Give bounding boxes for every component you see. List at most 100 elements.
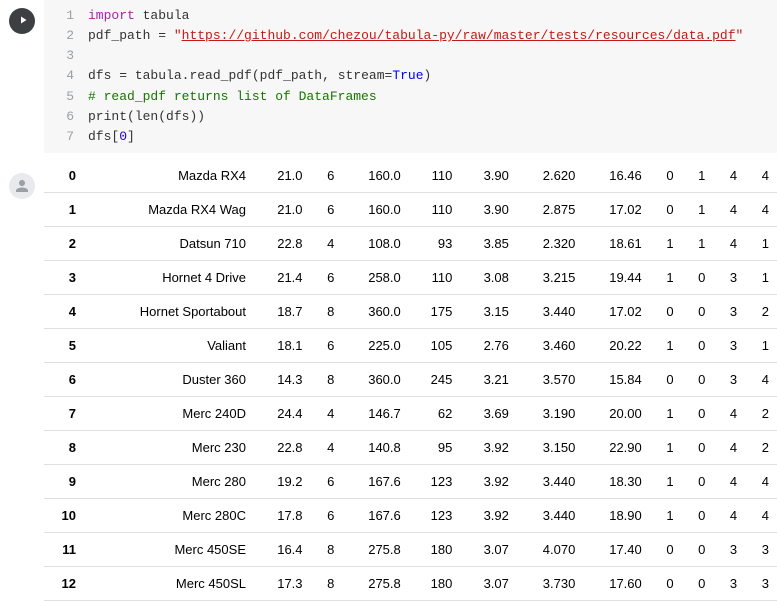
cell-value: 180	[409, 532, 461, 566]
cell-value: 1	[682, 159, 714, 193]
cell-value: 167.6	[342, 498, 408, 532]
cell-value: 3.215	[517, 260, 583, 294]
cell-value: 1	[650, 464, 682, 498]
cell-value: 22.90	[583, 430, 649, 464]
cell-value: 4	[713, 159, 745, 193]
code-line[interactable]: 3	[44, 46, 767, 66]
cell-value: 3	[713, 532, 745, 566]
cell-value: 8	[311, 566, 343, 600]
cell-value: 21.0	[254, 192, 311, 226]
cell-value: 20.00	[583, 396, 649, 430]
cell-value: 17.60	[583, 566, 649, 600]
table-row: 9Merc 28019.26167.61233.923.44018.301044	[44, 464, 777, 498]
cell-value: 258.0	[342, 260, 408, 294]
cell-value: 360.0	[342, 294, 408, 328]
cell-value: 2	[745, 396, 777, 430]
run-cell-button[interactable]	[9, 8, 35, 34]
row-name: Mazda RX4 Wag	[88, 192, 254, 226]
cell-value: 4	[745, 498, 777, 532]
row-name: Valiant	[88, 328, 254, 362]
row-index: 1	[44, 192, 88, 226]
cell-value: 108.0	[342, 226, 408, 260]
cell-value: 1	[682, 226, 714, 260]
cell-value: 0	[682, 430, 714, 464]
cell-value: 1	[745, 260, 777, 294]
code-content[interactable]: import tabula	[88, 6, 189, 26]
code-line[interactable]: 6print(len(dfs))	[44, 107, 767, 127]
cell-value: 17.8	[254, 498, 311, 532]
cell-value: 93	[409, 226, 461, 260]
table-row: 8Merc 23022.84140.8953.923.15022.901042	[44, 430, 777, 464]
cell-value: 110	[409, 260, 461, 294]
cell-value: 4	[311, 430, 343, 464]
code-line[interactable]: 7dfs[0]	[44, 127, 767, 147]
cell-value: 3.07	[460, 566, 517, 600]
row-index: 3	[44, 260, 88, 294]
cell-value: 4	[311, 226, 343, 260]
cell-value: 3.92	[460, 498, 517, 532]
table-row: 6Duster 36014.38360.02453.213.57015.8400…	[44, 362, 777, 396]
cell-value: 18.90	[583, 498, 649, 532]
code-editor[interactable]: 1import tabula2pdf_path = "https://githu…	[44, 0, 777, 153]
cell-value: 167.6	[342, 464, 408, 498]
cell-value: 0	[682, 498, 714, 532]
cell-value: 6	[311, 159, 343, 193]
cell-value: 1	[682, 192, 714, 226]
cell-value: 0	[682, 396, 714, 430]
cell-value: 3	[713, 328, 745, 362]
cell-value: 123	[409, 498, 461, 532]
cell-value: 17.40	[583, 532, 649, 566]
row-name: Merc 240D	[88, 396, 254, 430]
cell-value: 4	[745, 464, 777, 498]
cell-value: 0	[650, 532, 682, 566]
cell-value: 2.620	[517, 159, 583, 193]
cell-value: 0	[682, 566, 714, 600]
cell-value: 95	[409, 430, 461, 464]
cell-value: 4	[713, 396, 745, 430]
code-content[interactable]: print(len(dfs))	[88, 107, 205, 127]
code-content[interactable]: dfs[0]	[88, 127, 135, 147]
cell-value: 3	[713, 566, 745, 600]
cell-value: 2	[745, 294, 777, 328]
cell-value: 3.69	[460, 396, 517, 430]
line-number: 4	[44, 66, 88, 86]
line-number: 6	[44, 107, 88, 127]
cell-value: 19.44	[583, 260, 649, 294]
cell-value: 3.150	[517, 430, 583, 464]
cell-value: 110	[409, 192, 461, 226]
code-line[interactable]: 5# read_pdf returns list of DataFrames	[44, 87, 767, 107]
table-row: 5Valiant18.16225.01052.763.46020.221031	[44, 328, 777, 362]
line-number: 7	[44, 127, 88, 147]
cell-value: 3.90	[460, 192, 517, 226]
code-line[interactable]: 2pdf_path = "https://github.com/chezou/t…	[44, 26, 767, 46]
table-row: 10Merc 280C17.86167.61233.923.44018.9010…	[44, 498, 777, 532]
cell-value: 6	[311, 498, 343, 532]
cell-value: 19.2	[254, 464, 311, 498]
table-row: 2Datsun 71022.84108.0933.852.32018.61114…	[44, 226, 777, 260]
code-content[interactable]: # read_pdf returns list of DataFrames	[88, 87, 377, 107]
code-line[interactable]: 4dfs = tabula.read_pdf(pdf_path, stream=…	[44, 66, 767, 86]
row-name: Duster 360	[88, 362, 254, 396]
row-index: 11	[44, 532, 88, 566]
cell-value: 4	[713, 498, 745, 532]
cell-value: 0	[682, 532, 714, 566]
notebook-cell: 1import tabula2pdf_path = "https://githu…	[0, 0, 777, 153]
cell-value: 0	[650, 192, 682, 226]
cell-value: 6	[311, 328, 343, 362]
row-name: Mazda RX4	[88, 159, 254, 193]
cell-value: 62	[409, 396, 461, 430]
code-line[interactable]: 1import tabula	[44, 6, 767, 26]
code-content[interactable]	[88, 46, 96, 66]
row-name: Merc 280C	[88, 498, 254, 532]
table-row: 7Merc 240D24.44146.7623.693.19020.001042	[44, 396, 777, 430]
row-index: 8	[44, 430, 88, 464]
line-number: 5	[44, 87, 88, 107]
play-icon	[15, 14, 29, 29]
cell-value: 1	[650, 260, 682, 294]
cell-value: 1	[650, 396, 682, 430]
cell-value: 4	[713, 226, 745, 260]
code-content[interactable]: dfs = tabula.read_pdf(pdf_path, stream=T…	[88, 66, 431, 86]
code-content[interactable]: pdf_path = "https://github.com/chezou/ta…	[88, 26, 743, 46]
cell-value: 3.21	[460, 362, 517, 396]
cell-value: 3.570	[517, 362, 583, 396]
